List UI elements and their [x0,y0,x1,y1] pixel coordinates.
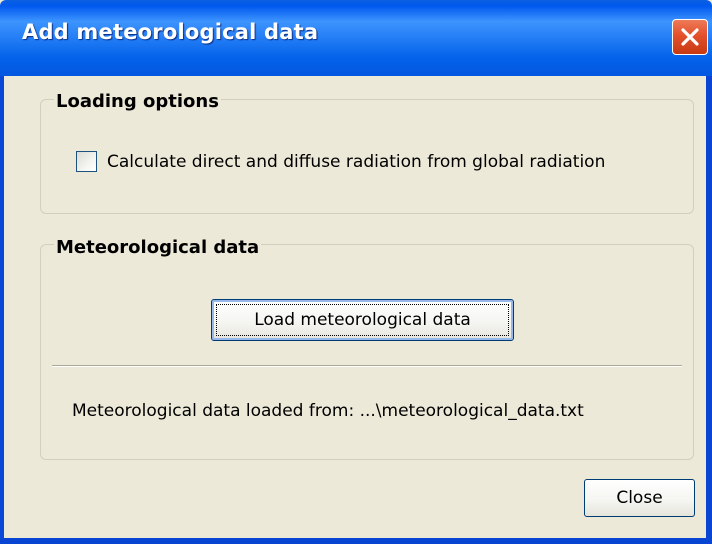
load-meteorological-data-button[interactable]: Load meteorological data [211,299,514,341]
close-x-icon [681,28,699,46]
dialog-window: Add meteorological data Loading options … [0,0,712,544]
data-source-status: Meteorological data loaded from: ...\met… [72,401,584,421]
radiation-checkbox-label[interactable]: Calculate direct and diffuse radiation f… [107,152,605,172]
load-button-label: Load meteorological data [254,310,471,330]
meteorological-data-group [40,244,694,460]
window-close-button[interactable] [672,19,708,55]
title-bar[interactable]: Add meteorological data [0,0,712,76]
window-frame-right [706,76,712,544]
divider [52,365,682,367]
meteorological-data-label: Meteorological data [54,237,262,258]
window-frame-left [0,76,4,544]
window-frame-bottom [0,538,712,544]
close-button[interactable]: Close [584,479,695,517]
radiation-checkbox[interactable] [76,151,97,172]
window-title: Add meteorological data [22,20,319,44]
loading-options-label: Loading options [54,91,221,112]
close-button-label: Close [616,488,663,508]
